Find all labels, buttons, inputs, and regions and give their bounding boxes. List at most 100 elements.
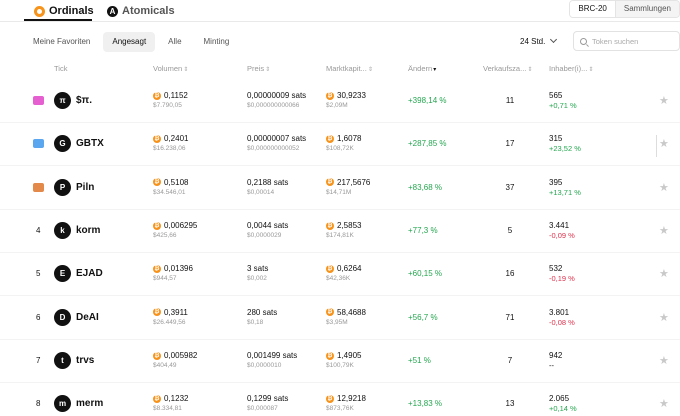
market-cap-usd: $108,72K <box>326 145 354 153</box>
sort-icon: ⇕ <box>183 67 189 73</box>
favorite-star-icon[interactable]: ★ <box>659 181 669 194</box>
token-logo: G <box>54 135 71 153</box>
sales-count: 16 <box>505 269 515 279</box>
token-logo: π <box>54 92 71 109</box>
token-logo: k <box>54 221 71 239</box>
col-change[interactable]: Ändern▾ <box>408 64 436 73</box>
table-row[interactable]: 7 t trvs ₿ 0,005982 $404,49 0,001499 sats $0,00… <box>0 340 680 383</box>
holders-count: 3.801 <box>549 307 570 317</box>
filter-trending[interactable]: Angesagt <box>103 32 156 52</box>
token-ticker[interactable]: $π. <box>76 95 92 106</box>
volume-btc: ₿ 0,2401 <box>153 134 189 144</box>
tab-ordinals[interactable]: Ordinals <box>34 3 94 19</box>
sales-count: 7 <box>507 355 513 365</box>
rank-number: 8 <box>36 399 41 409</box>
filter-all[interactable]: Alle <box>159 32 190 52</box>
table-row[interactable]: 5 E EJAD ₿ 0,01396 $944,57 3 sats $0,002 ₿ 0,6264… <box>0 253 680 297</box>
favorite-star-icon[interactable]: ★ <box>659 354 669 367</box>
sort-icon: ⇕ <box>265 67 271 73</box>
market-cap-usd: $174,81K <box>326 231 354 239</box>
search-input[interactable] <box>592 36 672 46</box>
price-change: +56,7 % <box>408 312 438 322</box>
volume-btc: ₿ 0,1232 <box>153 394 189 404</box>
rank-number: 6 <box>36 312 41 322</box>
token-ticker[interactable]: merm <box>76 398 103 409</box>
scrollbar[interactable] <box>656 135 657 157</box>
toggle-brc20[interactable]: BRC-20 <box>570 1 616 17</box>
holders-change: -- <box>549 360 554 370</box>
rank-number: 4 <box>36 225 41 235</box>
bitcoin-icon: ₿ <box>153 178 161 187</box>
favorite-star-icon[interactable]: ★ <box>659 224 669 237</box>
volume-btc: ₿ 0,3911 <box>153 307 188 317</box>
favorite-star-icon[interactable]: ★ <box>659 267 669 280</box>
price-usd: $0,18 <box>247 318 264 326</box>
market-cap-btc: ₿ 217,5676 <box>326 177 371 187</box>
bitcoin-icon: ₿ <box>326 351 334 360</box>
price-sats: 0,00000009 sats <box>247 91 307 100</box>
price-sats: 0,001499 sats <box>247 350 298 360</box>
filter-favorites[interactable]: Meine Favoriten <box>24 32 99 52</box>
filter-chips: Meine Favoriten Angesagt Alle Minting <box>24 32 238 52</box>
token-ticker[interactable]: Piln <box>76 182 94 193</box>
volume-btc: ₿ 0,006295 <box>153 220 198 230</box>
bitcoin-icon: ₿ <box>326 221 334 230</box>
holders-count: 395 <box>549 177 563 187</box>
token-ticker[interactable]: DeAI <box>76 312 99 323</box>
market-cap-btc: ₿ 1,6078 <box>326 134 362 144</box>
sales-count: 71 <box>505 312 515 322</box>
table-row[interactable]: 6 D DeAI ₿ 0,3911 $26.449,56 280 sats $0,18 ₿ 58,… <box>0 297 680 340</box>
token-ticker[interactable]: korm <box>76 225 100 236</box>
price-sats: 0,2188 sats <box>247 177 289 187</box>
token-logo: D <box>54 308 71 326</box>
bitcoin-icon: ₿ <box>326 178 334 187</box>
toggle-sammlungen[interactable]: Sammlungen <box>615 1 679 17</box>
token-ticker[interactable]: trvs <box>76 355 94 366</box>
holders-change: +0,71 % <box>549 101 577 110</box>
filter-minting[interactable]: Minting <box>195 32 239 52</box>
table-row[interactable]: π $π. ₿ 0,1152 $7.790,05 0,00000009 sats $0,00… <box>0 80 680 123</box>
sales-count: 37 <box>505 182 515 192</box>
standard-toggle: BRC-20 Sammlungen <box>569 0 680 18</box>
protocol-tab-bar: Ordinals A Atomicals BRC-20 Sammlungen <box>0 0 680 22</box>
col-market-cap[interactable]: Marktkapit...⇕ <box>326 64 373 73</box>
col-sales[interactable]: Verkaufsza...⇕ <box>483 64 532 73</box>
col-holders[interactable]: Inhaber(i)...⇕ <box>549 64 593 73</box>
time-range-value: 24 Std. <box>520 36 546 46</box>
sales-count: 5 <box>507 225 513 235</box>
market-cap-btc: ₿ 58,4688 <box>326 307 366 317</box>
token-search[interactable] <box>573 31 680 51</box>
rank-number: 5 <box>36 269 41 279</box>
price-change: +13,83 % <box>408 399 443 409</box>
holders-change: -0,19 % <box>549 274 575 284</box>
bitcoin-icon: ₿ <box>153 221 161 230</box>
table-row[interactable]: G GBTX ₿ 0,2401 $16.238,06 0,00000007 sats $0,… <box>0 123 680 167</box>
sort-icon: ⇕ <box>367 67 373 73</box>
bitcoin-icon: ₿ <box>153 91 161 100</box>
bitcoin-icon: ₿ <box>326 394 334 403</box>
favorite-star-icon[interactable]: ★ <box>659 137 669 150</box>
favorite-star-icon[interactable]: ★ <box>659 94 669 107</box>
volume-btc: ₿ 0,01396 <box>153 264 193 274</box>
time-range-select[interactable]: 24 Std. <box>514 31 562 51</box>
bitcoin-icon: ₿ <box>153 351 161 360</box>
price-change: +60,15 % <box>408 269 443 279</box>
table-row[interactable]: P Piln ₿ 0,5108 $34.546,01 0,2188 sats $0,0001… <box>0 167 680 210</box>
bitcoin-icon: ₿ <box>153 394 161 403</box>
table-row[interactable]: 8 m merm ₿ 0,1232 $8.334,81 0,1299 sats $0,0000… <box>0 383 680 416</box>
sales-count: 13 <box>505 399 515 409</box>
token-ticker[interactable]: EJAD <box>76 268 103 279</box>
col-volume[interactable]: Volumen⇕ <box>153 64 188 73</box>
holders-count: 2.065 <box>549 394 570 404</box>
holders-count: 565 <box>549 91 563 100</box>
tab-atomicals[interactable]: A Atomicals <box>107 3 175 19</box>
price-usd: $0,000087 <box>247 405 278 413</box>
price-sats: 3 sats <box>247 264 269 274</box>
favorite-star-icon[interactable]: ★ <box>659 311 669 324</box>
favorite-star-icon[interactable]: ★ <box>659 397 669 410</box>
price-change: +77,3 % <box>408 225 438 235</box>
market-cap-btc: ₿ 12,9218 <box>326 394 366 404</box>
table-row[interactable]: 4 k korm ₿ 0,006295 $425,66 0,0044 sats $0,0000… <box>0 210 680 253</box>
col-price[interactable]: Preis⇕ <box>247 64 270 73</box>
token-ticker[interactable]: GBTX <box>76 138 104 149</box>
